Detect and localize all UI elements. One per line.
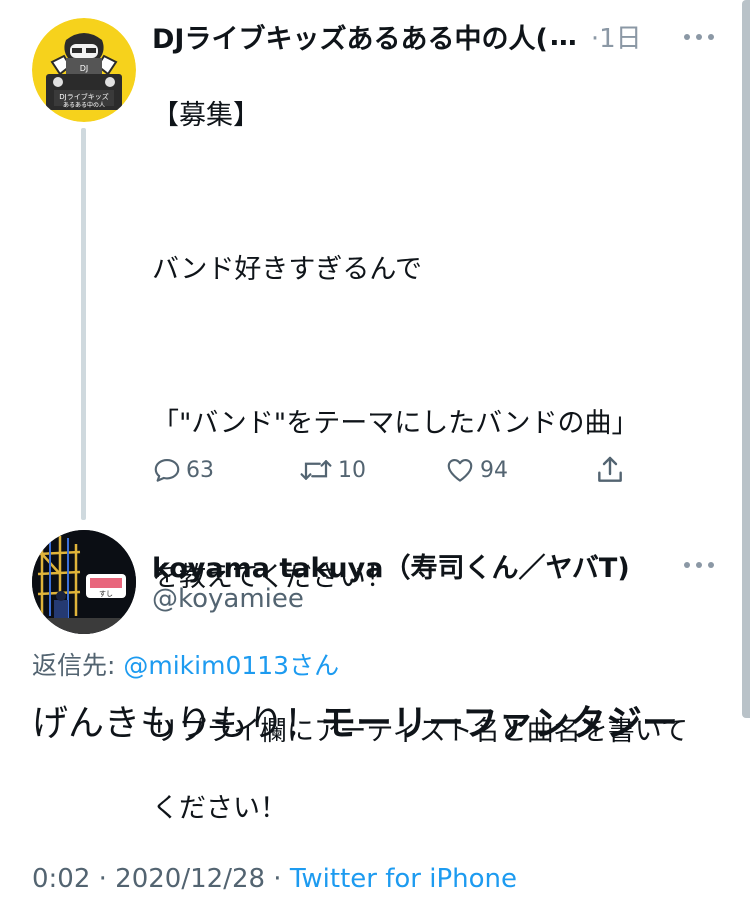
tweet-text-plain: げんきもりもり！ bbox=[32, 703, 321, 744]
share-icon bbox=[598, 456, 622, 482]
display-name[interactable]: DJライブキッズあるある中の人( bbox=[152, 17, 548, 56]
reply-button[interactable]: 63 bbox=[152, 448, 214, 492]
user-handle[interactable]: @koyamiee bbox=[152, 584, 304, 614]
svg-text:DJライブキッズ: DJライブキッズ bbox=[59, 92, 108, 101]
thread-line bbox=[81, 128, 86, 520]
retweet-count: 10 bbox=[338, 457, 366, 483]
reply-count: 63 bbox=[186, 457, 214, 483]
tweet-line bbox=[152, 328, 732, 367]
tweet-line: ください！ bbox=[152, 792, 287, 824]
share-button[interactable] bbox=[594, 448, 626, 492]
tweet-line bbox=[152, 174, 732, 213]
avatar[interactable]: DJ DJライブキッズ あるある中の人 bbox=[32, 18, 136, 122]
tweet-actions: 63 10 94 bbox=[152, 448, 652, 492]
timestamp[interactable]: ·1日 bbox=[591, 18, 642, 55]
svg-text:DJ: DJ bbox=[80, 64, 89, 73]
more-horizontal-icon[interactable] bbox=[684, 555, 714, 575]
scrollbar[interactable] bbox=[742, 0, 750, 718]
mention-link[interactable]: @mikim0113さん bbox=[123, 651, 339, 680]
heart-icon bbox=[447, 458, 473, 482]
tweet-line: 「"バンド"をテーマにしたバンドの曲」 bbox=[152, 407, 639, 439]
tweet-text-bold: モーリーファンタジー bbox=[320, 703, 678, 744]
retweet-button[interactable]: 10 bbox=[298, 448, 366, 492]
tweet-line: 【募集】 bbox=[152, 99, 260, 131]
like-count: 94 bbox=[480, 457, 508, 483]
tweet-header: DJライブキッズあるある中の人( … ·1日 bbox=[152, 17, 742, 56]
display-name[interactable]: koyama takuya（寿司くん／ヤバT) bbox=[152, 546, 630, 585]
svg-text:あるある中の人: あるある中の人 bbox=[63, 101, 105, 109]
retweet-icon bbox=[300, 460, 332, 480]
replying-label: 返信先: bbox=[32, 651, 124, 680]
svg-text:すし: すし bbox=[99, 590, 113, 598]
tweet-time[interactable]: 0:02 · 2020/12/28 · bbox=[32, 864, 290, 894]
source-link[interactable]: Twitter for iPhone bbox=[290, 864, 517, 894]
replying-to: 返信先: @mikim0113さん bbox=[32, 646, 339, 682]
avatar[interactable]: すし bbox=[32, 530, 136, 634]
tweet-thread: DJ DJライブキッズ あるある中の人 DJライブキッズあるある中の人( … ·… bbox=[0, 0, 750, 915]
tweet-line: バンド好きすぎるんで bbox=[152, 253, 422, 285]
like-button[interactable]: 94 bbox=[444, 448, 508, 492]
more-horizontal-icon[interactable] bbox=[684, 27, 714, 47]
name-ellipsis: … bbox=[549, 20, 577, 52]
tweet-meta: 0:02 · 2020/12/28 · Twitter for iPhone bbox=[32, 864, 517, 894]
reply-icon bbox=[154, 458, 180, 482]
tweet-text: げんきもりもり！モーリーファンタジー bbox=[32, 694, 712, 753]
